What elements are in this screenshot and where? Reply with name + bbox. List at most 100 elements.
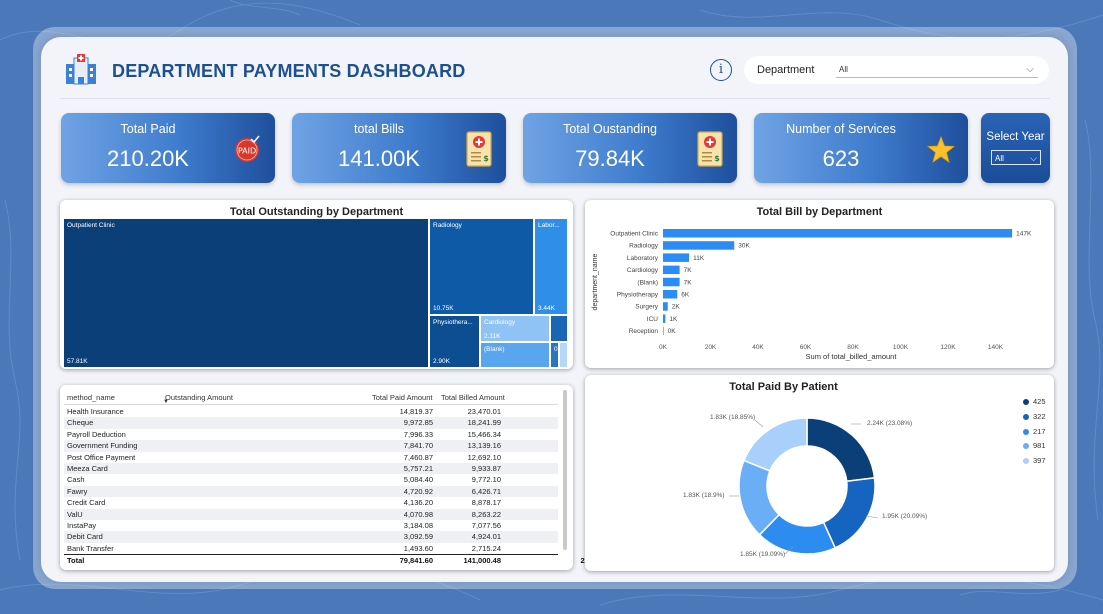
kpi-label: Total Paid <box>120 122 176 136</box>
bar[interactable] <box>663 314 666 323</box>
legend-swatch <box>1023 413 1029 420</box>
department-select[interactable]: All ⌵ <box>836 62 1038 78</box>
x-tick-label: 40K <box>752 344 764 351</box>
category-label: (Blank) <box>637 279 658 286</box>
bar[interactable] <box>663 302 668 311</box>
table-row[interactable]: ValU4,070.988,263.2212,334.20 <box>64 508 618 520</box>
table-scrollbar[interactable] <box>563 390 567 550</box>
table-row[interactable]: Cheque9,972.8518,241.9925,378.86 <box>64 417 618 429</box>
bar[interactable] <box>663 277 680 287</box>
bar-value-label: 1K <box>669 316 678 323</box>
treemap-cell[interactable]: (Blank) <box>480 342 550 368</box>
table-row[interactable]: InstaPay3,184.087,077.569,324.64 <box>64 520 618 531</box>
legend-item[interactable]: 217 <box>1023 427 1046 436</box>
legend-label: 425 <box>1033 397 1046 406</box>
kpi-value: 210.20K <box>107 146 189 171</box>
treemap-cell[interactable]: 0... <box>550 342 561 368</box>
bar[interactable] <box>663 265 680 275</box>
kpi-total-paid: Total Paid 210.20K PAID <box>61 113 275 183</box>
year-select-value: All <box>995 154 1004 163</box>
table-row[interactable]: Cash5,084.409,772.1013,946.16 <box>64 474 618 485</box>
table-row[interactable]: Bank Transfer1,493.602,715.244,208.84 <box>64 543 618 554</box>
donut-slice[interactable] <box>822 477 876 549</box>
table-cell: Bank Transfer <box>67 543 114 553</box>
bar[interactable] <box>663 253 690 262</box>
kpi-value: 141.00K <box>338 146 420 171</box>
bar-value-label: 7K <box>684 279 693 286</box>
table-row[interactable]: Government Funding7,841.7013,139.1620,79… <box>64 440 618 452</box>
bar-value-label: 2K <box>672 304 681 311</box>
treemap-cell-value: 2.11K <box>484 333 501 340</box>
department-filter[interactable]: Department All ⌵ <box>744 56 1049 84</box>
table-row[interactable]: Health Insurance14,819.3723,470.0137,613… <box>64 406 618 417</box>
column-header-paid[interactable]: Total Paid Amount <box>372 393 432 402</box>
legend-label: 981 <box>1033 441 1046 451</box>
donut-slice[interactable] <box>743 417 808 472</box>
department-filter-label: Department <box>757 64 815 76</box>
table-cell: Debit Card <box>67 532 103 542</box>
table-row[interactable]: Credit Card4,136.208,878.1711,127.49 <box>64 497 618 508</box>
column-header-outstanding[interactable]: Outstanding Amount <box>165 393 233 402</box>
legend-item[interactable]: 397 <box>1023 456 1046 465</box>
slice-label: 1.83K (18.85%) <box>710 414 755 421</box>
bar-value-label: 30K <box>738 243 750 250</box>
table-cell: Post Office Payment <box>67 452 136 462</box>
table-row[interactable]: Meeza Card5,757.219,933.8715,128.76 <box>64 463 618 475</box>
treemap-cell[interactable]: Labor... 3.44K <box>534 218 568 315</box>
category-label: Radiology <box>629 243 659 250</box>
treemap-cell-label: Outpatient Clinic <box>67 222 115 229</box>
chevron-down-icon: ⌵ <box>1030 153 1037 163</box>
leader-line <box>754 419 764 428</box>
kpi-label: total Bills <box>353 122 405 136</box>
category-label: Laboratory <box>627 255 659 262</box>
donut-slice[interactable] <box>806 417 876 483</box>
legend-item[interactable]: 981 <box>1023 441 1046 450</box>
table-cell: Fawry <box>67 486 88 496</box>
kpi-value: 623 <box>822 146 860 171</box>
table-cell: Credit Card <box>67 498 106 508</box>
category-label: Physiotherapy <box>617 292 659 299</box>
bar[interactable] <box>663 241 735 250</box>
x-tick-label: 140K <box>988 344 1004 351</box>
table-row[interactable]: Payroll Deduction7,996.3315,466.3422,298… <box>64 429 618 440</box>
table-cell: Cheque <box>67 418 94 428</box>
table-cell: Health Insurance <box>67 407 124 416</box>
column-header-method[interactable]: method_name <box>67 393 115 402</box>
table-row[interactable]: Post Office Payment7,460.8712,692.1018,6… <box>64 452 618 463</box>
treemap-cell[interactable]: Outpatient Clinic 57.81K <box>63 218 429 368</box>
x-tick-label: 100K <box>893 344 909 351</box>
legend-item[interactable]: 322 <box>1023 412 1046 421</box>
table-cell: Meeza Card <box>67 464 108 473</box>
bill-icon: $ <box>697 131 723 167</box>
svg-text:$: $ <box>483 154 489 163</box>
year-select[interactable]: All ⌵ <box>991 150 1041 165</box>
bar[interactable] <box>663 290 678 299</box>
kpi-number-of-services: Number of Services 623 <box>754 113 968 183</box>
legend-swatch <box>1023 443 1029 450</box>
treemap-cell[interactable]: Physiothera... 2.90K <box>429 315 480 368</box>
treemap-cell[interactable]: Cardiology 2.11K <box>480 315 550 342</box>
legend-label: 322 <box>1033 411 1046 421</box>
treemap-cell[interactable] <box>559 342 568 368</box>
year-filter[interactable]: Select Year All ⌵ <box>981 113 1050 183</box>
info-button[interactable]: i <box>710 59 732 81</box>
slice-label: 2.24K (23.08%) <box>867 420 912 427</box>
year-filter-label: Select Year <box>986 131 1045 143</box>
bar[interactable] <box>663 229 1013 238</box>
treemap-cell[interactable] <box>550 315 568 342</box>
slice-label: 1.83K (18.9%) <box>683 492 725 499</box>
bill-icon: $ <box>466 131 492 167</box>
kpi-label: Total Oustanding <box>563 122 657 136</box>
table-row[interactable]: Fawry4,720.926,426.7111,147.63 <box>64 485 618 498</box>
table-row[interactable]: Debit Card3,092.594,924.018,016.60 <box>64 531 618 543</box>
x-tick-label: 20K <box>705 344 717 351</box>
category-label: Reception <box>629 328 659 335</box>
column-header-billed[interactable]: Total Billed Amount <box>441 393 505 402</box>
department-select-value: All <box>839 65 848 74</box>
treemap-cell[interactable]: Radiology 10.75K <box>429 218 534 315</box>
table-cell: Payroll Deduction <box>67 429 126 439</box>
legend-item[interactable]: 425 <box>1023 397 1046 406</box>
treemap-cell-value: 3.44K <box>538 305 555 312</box>
bar[interactable] <box>663 326 664 336</box>
page-title: DEPARTMENT PAYMENTS DASHBOARD <box>112 61 466 81</box>
